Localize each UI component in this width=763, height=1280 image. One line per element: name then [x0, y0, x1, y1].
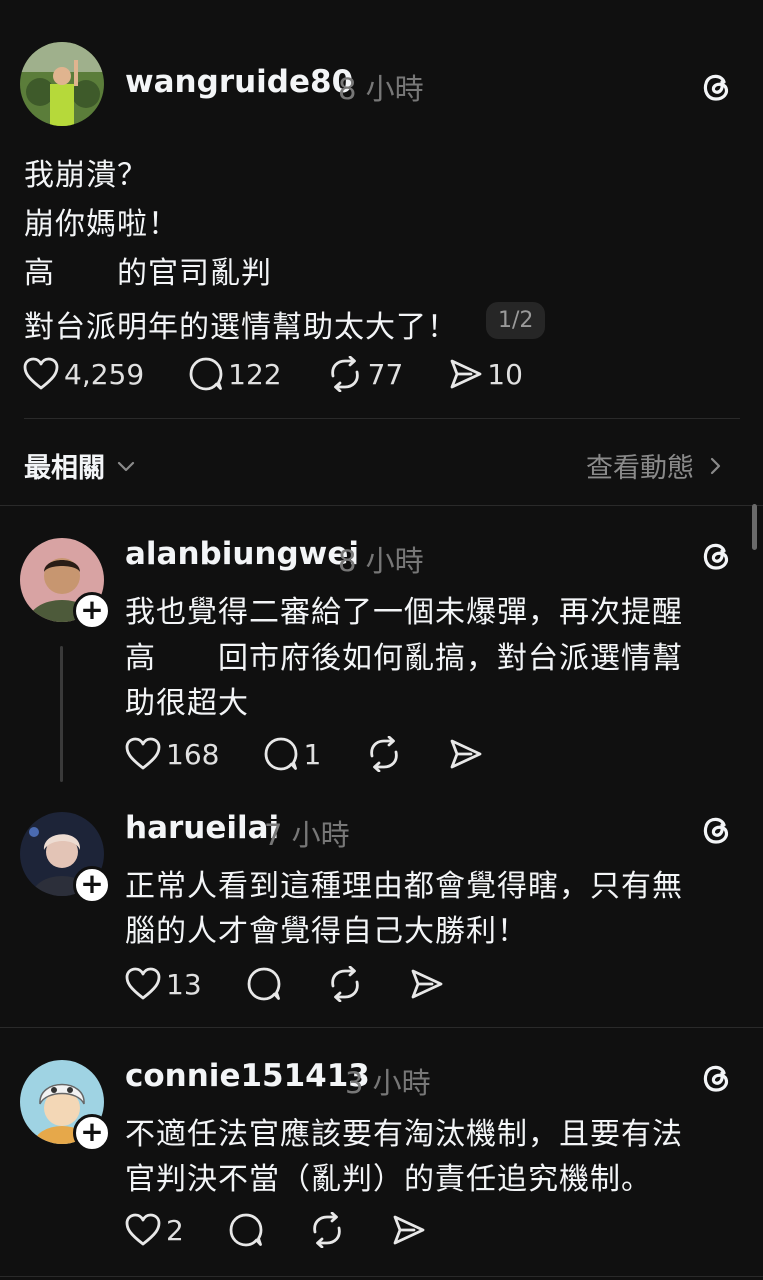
reply-text-line: 不適任法官應該要有淘汰機制，且要有法 [125, 1117, 683, 1152]
threads-logo-icon[interactable] [698, 537, 734, 573]
post-page-indicator: 1/2 [486, 302, 546, 339]
repost-button[interactable] [365, 736, 403, 772]
comment-button[interactable] [228, 1212, 264, 1248]
like-button[interactable]: 13 [124, 966, 202, 1002]
comment-button[interactable]: 122 [188, 356, 282, 392]
post-text-line: 我崩潰？ [24, 158, 148, 193]
chevron-down-icon [117, 461, 135, 471]
reply-username[interactable]: alanbiungwei [125, 536, 359, 572]
repost-icon [313, 1212, 341, 1248]
chevron-right-icon [710, 457, 721, 474]
reply-time: 3 小時 [345, 1066, 431, 1100]
comment-button[interactable]: 1 [263, 736, 321, 772]
reply-text-line: 我也覺得二審給了一個未爆彈，再次提醒 [125, 595, 683, 630]
share-button[interactable]: 10 [447, 356, 523, 392]
reply-text-line: 官判決不當（亂判）的責任追究機制。 [125, 1162, 652, 1197]
post-text-line: 崩你媽啦！ [24, 207, 179, 242]
post-time: 8 小時 [338, 72, 424, 106]
like-count: 4,259 [64, 357, 145, 391]
repost-button[interactable]: 77 [326, 356, 404, 392]
post-text-line: 高 的官司亂判 [24, 256, 272, 291]
thread-line [60, 646, 63, 782]
send-icon [450, 359, 482, 389]
like-button[interactable]: 4,259 [22, 356, 144, 392]
heart-icon [23, 357, 59, 390]
follow-button[interactable]: + [73, 592, 111, 630]
comment-bubble-icon [247, 967, 281, 1001]
comment-count: 1 [303, 737, 322, 771]
repost-button[interactable] [326, 966, 364, 1002]
reply-text-line: 正常人看到這種理由都會覺得瞎，只有無 [125, 869, 683, 904]
follow-button[interactable]: + [73, 866, 111, 904]
reply-text-line: 助很超大 [125, 686, 249, 721]
repost-icon [330, 356, 359, 392]
reply-actions: 2 [124, 1210, 426, 1250]
heart-icon [125, 1213, 161, 1246]
post-author-avatar[interactable] [20, 42, 104, 126]
share-count: 10 [487, 357, 523, 391]
repost-button[interactable] [308, 1212, 346, 1248]
reply-time: 8 小時 [338, 544, 424, 578]
like-count: 13 [166, 967, 202, 1001]
section-divider [0, 505, 763, 506]
view-activity-label: 查看動態 [586, 453, 694, 484]
heart-icon [125, 737, 161, 770]
reply-actions: 168 1 [124, 734, 483, 774]
bottom-divider [0, 1276, 763, 1277]
like-count: 2 [166, 1213, 184, 1247]
repost-icon [330, 966, 359, 1002]
post-text-line: 對台派明年的選情幫助太大了！ [24, 310, 458, 345]
share-button[interactable] [390, 1212, 426, 1248]
post-divider [24, 418, 740, 419]
threads-logo-icon[interactable] [698, 68, 734, 104]
reply-text-line: 腦的人才會覺得自己大勝利！ [125, 914, 528, 949]
comment-bubble-icon [189, 357, 223, 391]
follow-button[interactable]: + [73, 1114, 111, 1152]
scrollbar[interactable] [752, 504, 757, 550]
comment-button[interactable] [246, 966, 282, 1002]
send-icon [393, 1215, 425, 1245]
sort-label: 最相關 [24, 453, 105, 484]
reply-username[interactable]: connie151413 [125, 1058, 370, 1094]
threads-logo-icon[interactable] [698, 1059, 734, 1095]
heart-icon [125, 967, 161, 1000]
share-button[interactable] [447, 736, 483, 772]
like-count: 168 [166, 737, 220, 771]
comment-count: 122 [228, 357, 282, 391]
send-icon [450, 739, 482, 769]
post-username[interactable]: wangruide80 [125, 64, 353, 100]
comment-bubble-icon [265, 737, 298, 771]
threads-logo-icon[interactable] [698, 811, 734, 847]
repost-icon [370, 736, 399, 772]
like-button[interactable]: 168 [124, 736, 219, 772]
sort-dropdown[interactable]: 最相關 [24, 446, 137, 485]
comment-bubble-icon [229, 1213, 263, 1247]
reply-username[interactable]: harueilai [125, 810, 279, 846]
reply-time: 7 小時 [264, 818, 350, 852]
share-button[interactable] [408, 966, 444, 1002]
reply-text-line: 高 回市府後如何亂搞，對台派選情幫 [125, 641, 683, 676]
send-icon [411, 969, 443, 999]
reply-actions: 13 [124, 964, 444, 1004]
like-button[interactable]: 2 [124, 1212, 184, 1248]
reply-divider [0, 1027, 763, 1028]
view-activity-link[interactable]: 查看動態 [586, 446, 726, 485]
post-actions: 4,259 122 77 10 [22, 354, 523, 394]
repost-count: 77 [367, 357, 404, 391]
